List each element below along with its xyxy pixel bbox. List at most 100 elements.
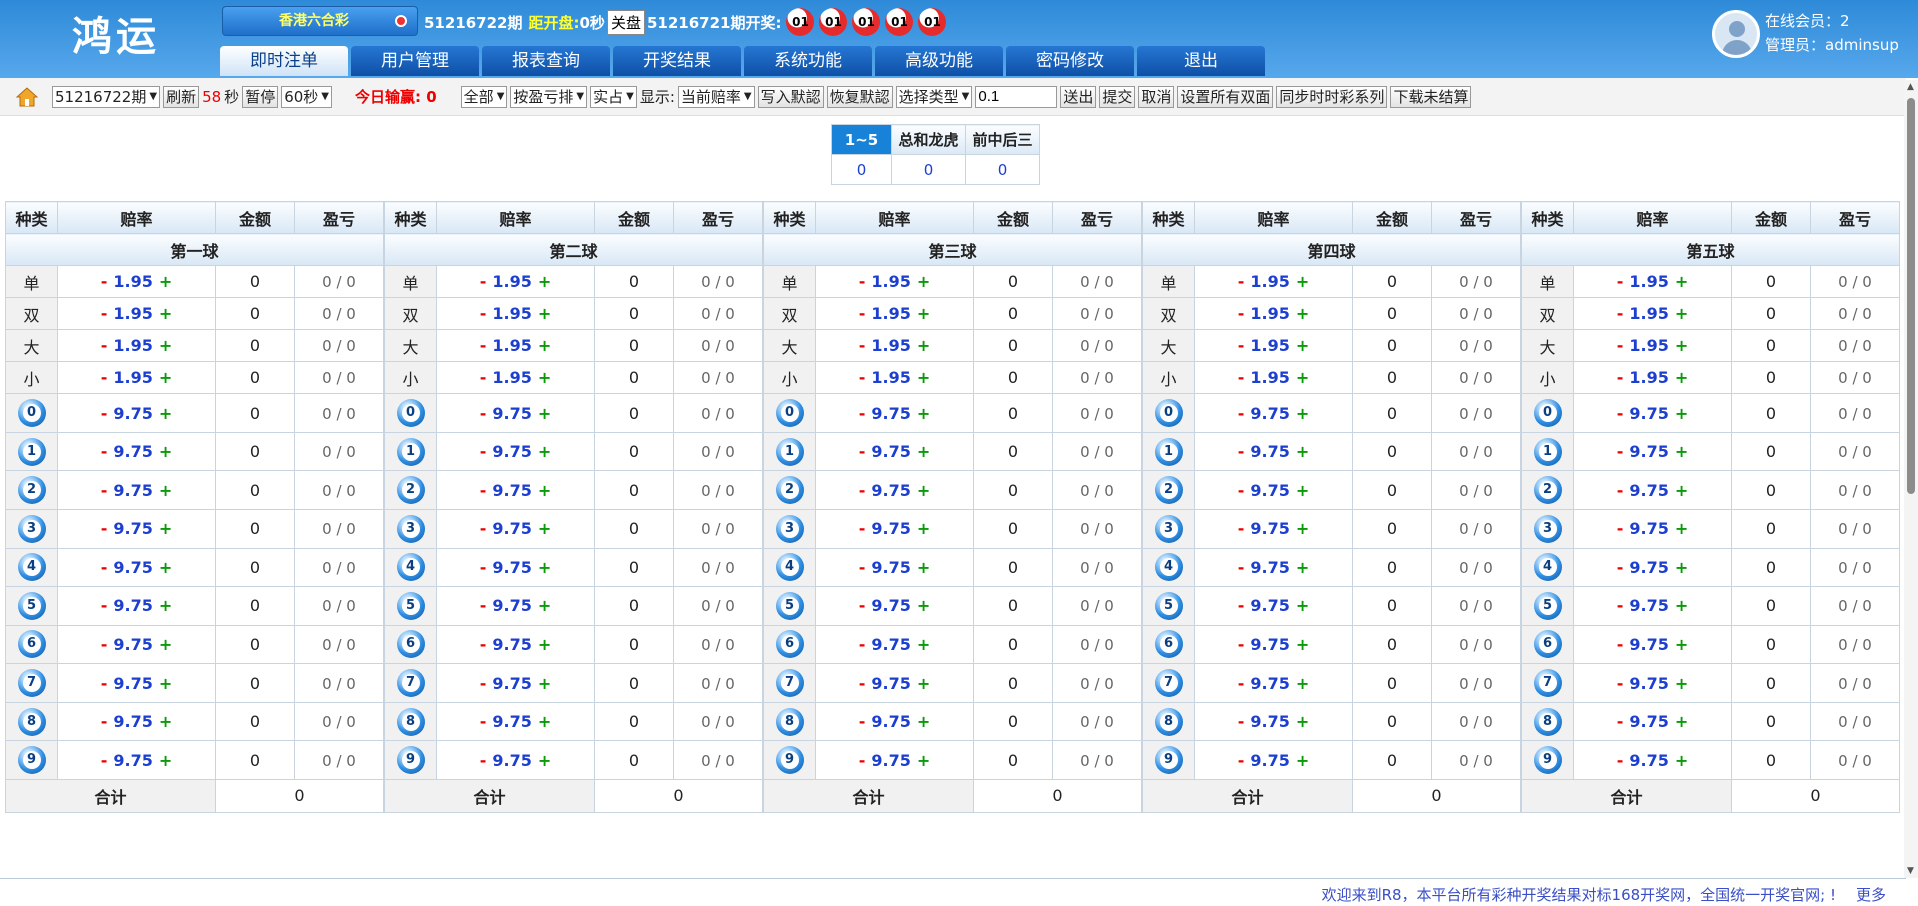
lottery-switch-icon[interactable] bbox=[395, 15, 407, 27]
odds-value[interactable]: 1.95 bbox=[1250, 272, 1289, 291]
odds-value[interactable]: 9.75 bbox=[1629, 481, 1668, 500]
odds-value[interactable]: 9.75 bbox=[113, 442, 152, 461]
odds-decrease-button[interactable]: - bbox=[1617, 336, 1624, 355]
odds-decrease-button[interactable]: - bbox=[1617, 368, 1624, 387]
odds-value[interactable]: 9.75 bbox=[871, 596, 910, 615]
sync-series-button[interactable]: 同步时时彩系列 bbox=[1276, 85, 1388, 108]
odds-value[interactable]: 9.75 bbox=[871, 635, 910, 654]
odds-increase-button[interactable]: + bbox=[1675, 442, 1688, 461]
odds-decrease-button[interactable]: - bbox=[101, 442, 108, 461]
odds-decrease-button[interactable]: - bbox=[101, 596, 108, 615]
odds-decrease-button[interactable]: - bbox=[480, 272, 487, 291]
odds-increase-button[interactable]: + bbox=[159, 404, 172, 423]
nav-tab[interactable]: 退出 bbox=[1137, 46, 1265, 76]
odds-increase-button[interactable]: + bbox=[159, 674, 172, 693]
odds-decrease-button[interactable]: - bbox=[1238, 751, 1245, 770]
odds-increase-button[interactable]: + bbox=[1675, 404, 1688, 423]
odds-value[interactable]: 9.75 bbox=[492, 481, 531, 500]
odds-increase-button[interactable]: + bbox=[917, 751, 930, 770]
nav-tab[interactable]: 用户管理 bbox=[351, 46, 479, 76]
odds-decrease-button[interactable]: - bbox=[1238, 674, 1245, 693]
odds-increase-button[interactable]: + bbox=[1296, 368, 1309, 387]
odds-value[interactable]: 9.75 bbox=[1629, 404, 1668, 423]
odds-value[interactable]: 1.95 bbox=[492, 336, 531, 355]
odds-increase-button[interactable]: + bbox=[917, 404, 930, 423]
odds-decrease-button[interactable]: - bbox=[1238, 635, 1245, 654]
scroll-up-icon[interactable]: ▲ bbox=[1907, 82, 1914, 92]
odds-decrease-button[interactable]: - bbox=[1238, 519, 1245, 538]
odds-increase-button[interactable]: + bbox=[159, 442, 172, 461]
odds-decrease-button[interactable]: - bbox=[859, 674, 866, 693]
odds-value[interactable]: 9.75 bbox=[1629, 519, 1668, 538]
odds-decrease-button[interactable]: - bbox=[1238, 481, 1245, 500]
odds-value[interactable]: 9.75 bbox=[492, 635, 531, 654]
odds-increase-button[interactable]: + bbox=[538, 368, 551, 387]
odds-increase-button[interactable]: + bbox=[159, 635, 172, 654]
odds-decrease-button[interactable]: - bbox=[480, 596, 487, 615]
odds-value[interactable]: 9.75 bbox=[1629, 442, 1668, 461]
odds-decrease-button[interactable]: - bbox=[1617, 481, 1624, 500]
odds-value[interactable]: 9.75 bbox=[871, 712, 910, 731]
odds-value[interactable]: 9.75 bbox=[1629, 712, 1668, 731]
odds-increase-button[interactable]: + bbox=[917, 336, 930, 355]
odds-decrease-button[interactable]: - bbox=[1617, 519, 1624, 538]
amount-input[interactable] bbox=[975, 85, 1058, 108]
odds-value[interactable]: 9.75 bbox=[1250, 596, 1289, 615]
odds-decrease-button[interactable]: - bbox=[480, 304, 487, 323]
odds-decrease-button[interactable]: - bbox=[101, 712, 108, 731]
odds-value[interactable]: 1.95 bbox=[113, 304, 152, 323]
vertical-scrollbar[interactable]: ▲ ▼ bbox=[1904, 80, 1918, 878]
nav-tab[interactable]: 开奖结果 bbox=[613, 46, 741, 76]
odds-increase-button[interactable]: + bbox=[1675, 596, 1688, 615]
odds-increase-button[interactable]: + bbox=[1296, 558, 1309, 577]
odds-increase-button[interactable]: + bbox=[538, 712, 551, 731]
odds-decrease-button[interactable]: - bbox=[480, 635, 487, 654]
odds-decrease-button[interactable]: - bbox=[1238, 712, 1245, 731]
odds-decrease-button[interactable]: - bbox=[1617, 558, 1624, 577]
odds-increase-button[interactable]: + bbox=[159, 712, 172, 731]
odds-decrease-button[interactable]: - bbox=[859, 272, 866, 291]
type-select[interactable]: 选择类型 ▼ bbox=[895, 85, 973, 108]
odds-value[interactable]: 9.75 bbox=[1250, 635, 1289, 654]
odds-increase-button[interactable]: + bbox=[1296, 336, 1309, 355]
odds-decrease-button[interactable]: - bbox=[101, 481, 108, 500]
odds-decrease-button[interactable]: - bbox=[1238, 404, 1245, 423]
odds-value[interactable]: 1.95 bbox=[871, 368, 910, 387]
odds-decrease-button[interactable]: - bbox=[101, 304, 108, 323]
pause-button[interactable]: 暂停 bbox=[242, 85, 279, 108]
odds-value[interactable]: 9.75 bbox=[1250, 404, 1289, 423]
odds-value[interactable]: 1.95 bbox=[1629, 304, 1668, 323]
more-link[interactable]: 更多 bbox=[1856, 884, 1886, 905]
odds-increase-button[interactable]: + bbox=[538, 272, 551, 291]
odds-increase-button[interactable]: + bbox=[538, 519, 551, 538]
odds-increase-button[interactable]: + bbox=[917, 712, 930, 731]
odds-increase-button[interactable]: + bbox=[917, 368, 930, 387]
odds-value[interactable]: 9.75 bbox=[113, 558, 152, 577]
odds-decrease-button[interactable]: - bbox=[101, 635, 108, 654]
odds-increase-button[interactable]: + bbox=[538, 635, 551, 654]
odds-value[interactable]: 1.95 bbox=[1629, 368, 1668, 387]
odds-value[interactable]: 9.75 bbox=[871, 442, 910, 461]
odds-value[interactable]: 9.75 bbox=[492, 712, 531, 731]
category-tab[interactable]: 总和龙虎 bbox=[891, 124, 966, 155]
odds-increase-button[interactable]: + bbox=[1675, 368, 1688, 387]
odds-decrease-button[interactable]: - bbox=[101, 368, 108, 387]
odds-value[interactable]: 1.95 bbox=[1250, 304, 1289, 323]
odds-increase-button[interactable]: + bbox=[538, 336, 551, 355]
odds-value[interactable]: 9.75 bbox=[1250, 481, 1289, 500]
odds-increase-button[interactable]: + bbox=[1296, 596, 1309, 615]
odds-increase-button[interactable]: + bbox=[1296, 674, 1309, 693]
odds-increase-button[interactable]: + bbox=[538, 442, 551, 461]
odds-increase-button[interactable]: + bbox=[1675, 751, 1688, 770]
display-select[interactable]: 当前赔率 ▼ bbox=[677, 85, 755, 108]
odds-value[interactable]: 1.95 bbox=[492, 368, 531, 387]
odds-increase-button[interactable]: + bbox=[538, 751, 551, 770]
odds-increase-button[interactable]: + bbox=[917, 674, 930, 693]
odds-decrease-button[interactable]: - bbox=[480, 751, 487, 770]
odds-value[interactable]: 9.75 bbox=[871, 481, 910, 500]
odds-decrease-button[interactable]: - bbox=[1617, 712, 1624, 731]
odds-value[interactable]: 9.75 bbox=[1629, 635, 1668, 654]
odds-increase-button[interactable]: + bbox=[1675, 674, 1688, 693]
odds-increase-button[interactable]: + bbox=[917, 272, 930, 291]
odds-decrease-button[interactable]: - bbox=[859, 751, 866, 770]
